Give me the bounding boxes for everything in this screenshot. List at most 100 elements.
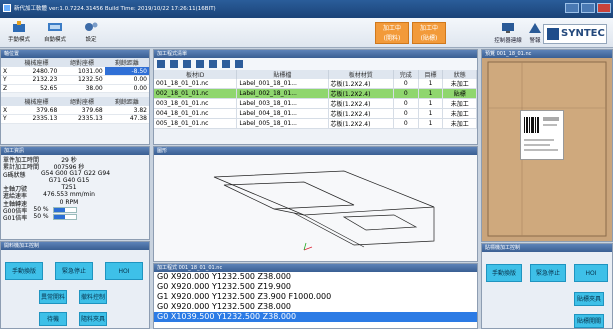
hand-mode-button[interactable]: 手動模式	[2, 21, 36, 43]
program-done: 0	[393, 118, 419, 129]
axis-name: X	[1, 67, 14, 76]
program-status[interactable]: 未加工	[442, 118, 477, 129]
program-table: 板材ID 貼標檔 板材材質 完成 目標 狀態 001_18_01_01.nc L…	[154, 70, 477, 129]
abnormal-cutting-button[interactable]: 異常開料	[39, 290, 67, 304]
table-row[interactable]: 001_18_01_01.nc Label_001_18_01... 芯板(1.…	[154, 79, 477, 89]
program-col-header: 完成	[393, 70, 419, 79]
axis-name: Y	[1, 114, 14, 124]
move-top-icon[interactable]	[209, 60, 217, 68]
program-label-file: Label_002_18_01...	[236, 88, 329, 99]
program-list-panel: 加工程式清單 板材ID 貼標檔 板材材質 完成 目標 狀態 001_18_01_…	[153, 49, 478, 145]
g01-override-bar[interactable]	[53, 214, 77, 221]
table-row[interactable]: 005_18_01_01.nc Label_005_18_01... 芯板(1.…	[154, 118, 477, 129]
window-title: 新代加工軟體 ver:1.0.7224.31456 Build Time: 20…	[14, 6, 216, 12]
board-outline	[213, 170, 435, 216]
list-item: 進給速率 476.553 mm/min	[1, 191, 149, 200]
program-status[interactable]: 未加工	[442, 79, 477, 89]
list-item: 主軸轉速 0 RPM	[1, 198, 149, 208]
axis-value: 2335.13	[59, 114, 105, 124]
axis-col-header: 絕對座標	[59, 58, 105, 67]
program-target: 1	[418, 79, 444, 89]
program-col-header: 狀態	[442, 70, 477, 79]
program-list-header: 加工程式清單	[154, 50, 477, 58]
controller-connect-button[interactable]: 控制器連線	[494, 22, 522, 44]
cutting-control-buttons: 手動換版 緊急停止 HOI 異常開料 撤料控制 待機 隨料夾具	[1, 250, 149, 328]
labeling-control-header: 貼標機加工控制	[482, 244, 612, 252]
labeling-status-line1: 加工中	[419, 25, 438, 32]
axis-value: 1232.50	[59, 75, 105, 85]
label-hoi-button[interactable]: HOI	[574, 264, 608, 282]
toolpath-drawing[interactable]	[154, 155, 477, 261]
import-icon[interactable]	[235, 60, 243, 68]
manual-change-button[interactable]: 手動換版	[5, 262, 43, 280]
open-folder-icon[interactable]	[157, 60, 165, 68]
gcode-line: G0 X920.000 Y1232.500 Z38.000	[157, 272, 292, 281]
axis-name: Y	[1, 75, 14, 85]
axis-value: 0.00	[104, 84, 149, 93]
program-target: 1	[418, 118, 444, 129]
save-icon[interactable]	[170, 60, 178, 68]
auto-mode-icon	[48, 23, 62, 31]
window-controls	[565, 3, 611, 13]
hoi-button[interactable]: HOI	[105, 262, 143, 280]
axis-panel-header: 軸位置	[1, 50, 149, 58]
program-id: 002_18_01_01.nc	[154, 88, 238, 99]
axis-value: 1031.00	[59, 67, 105, 76]
cutting-control-header: 開料機加工控制	[1, 242, 149, 250]
axis-col-header: 絕對座標	[59, 97, 105, 106]
info-value: 476.553 mm/min	[43, 191, 95, 199]
table-row[interactable]: 003_18_01_01.nc Label_003_18_01... 芯板(1.…	[154, 98, 477, 109]
material-control-button[interactable]: 撤料控制	[79, 290, 107, 304]
list-item: 單件加工時間 29 秒	[1, 155, 149, 164]
gcode-list[interactable]: G0 X920.000 Y1232.500 Z38.000 G0 X920.00…	[154, 272, 477, 322]
hand-mode-icon	[13, 21, 25, 32]
program-label-file: Label_003_18_01...	[236, 98, 329, 109]
settings-button[interactable]: 設定	[74, 21, 108, 43]
process-info-list: 單件加工時間 29 秒 累計加工時間 007596 秒 G碼狀態 G54 G00 G1…	[1, 155, 149, 223]
labeling-status-button[interactable]: 加工中 (貼標)	[412, 22, 446, 44]
axis-value: 379.68	[59, 106, 105, 115]
label-switch-button[interactable]: 貼標開關	[574, 314, 604, 328]
list-icon[interactable]	[222, 60, 230, 68]
info-value: 50 %	[33, 206, 49, 214]
material-clamp-button[interactable]: 隨料夾具	[79, 312, 107, 326]
axis-col-header: 剩餘距離	[104, 97, 149, 106]
axis-value: 2335.13	[13, 114, 60, 124]
program-target: 1	[418, 108, 444, 119]
cutting-status-button[interactable]: 加工中 (開料)	[375, 22, 409, 44]
auto-mode-button[interactable]: 自動模式	[38, 21, 72, 43]
list-item: 主軸刀號 T251	[1, 184, 149, 193]
program-list-toolbar	[154, 58, 477, 70]
table-row[interactable]: 002_18_01_01.nc Label_002_18_01... 芯板(1.…	[154, 88, 477, 99]
axis-name: Z	[1, 84, 14, 93]
list-item: G71 G40 G15	[1, 177, 149, 184]
table-row[interactable]: 004_18_01_01.nc Label_004_18_01... 芯板(1.…	[154, 108, 477, 119]
move-down-icon[interactable]	[196, 60, 204, 68]
info-key: G01倍率	[3, 215, 28, 223]
gcode-line-selected: G0 X1039.500 Y1232.500 Z38.000	[154, 312, 477, 322]
gcode-panel-header: 加工程式 001_18_01_01.nc	[154, 264, 477, 272]
g00-override-bar[interactable]	[53, 207, 77, 214]
label-manual-change-button[interactable]: 手動換版	[486, 264, 522, 282]
program-status[interactable]: 貼標	[442, 88, 477, 99]
emergency-stop-button[interactable]: 緊急停止	[55, 262, 93, 280]
move-up-icon[interactable]	[183, 60, 191, 68]
program-status[interactable]: 未加工	[442, 108, 477, 119]
program-status[interactable]: 未加工	[442, 98, 477, 109]
gcode-panel: 加工程式 001_18_01_01.nc G0 X920.000 Y1232.5…	[153, 263, 478, 329]
label-emergency-stop-button[interactable]: 緊急停止	[530, 264, 566, 282]
maximize-button[interactable]	[581, 3, 595, 13]
info-value: 0 RPM	[59, 198, 79, 206]
process-info-panel: 加工資訊 單件加工時間 29 秒 累計加工時間 007596 秒 G碼狀態 G54 G…	[0, 146, 150, 240]
cutting-status-line2: (開料)	[383, 35, 401, 42]
minimize-button[interactable]	[565, 3, 579, 13]
axis-value: 52.65	[13, 84, 60, 93]
standby-button[interactable]: 待機	[39, 312, 67, 326]
program-id: 001_18_01_01.nc	[154, 79, 238, 89]
list-item: G碼狀態 G54 G00 G17 G22 G94	[1, 170, 149, 179]
label-clamp-button[interactable]: 貼標夾具	[574, 292, 604, 306]
table-row: Z 52.65 38.00 0.00	[1, 84, 149, 93]
close-button[interactable]	[597, 3, 611, 13]
axis-value: 379.68	[13, 106, 60, 115]
hand-mode-label: 手動模式	[7, 37, 30, 43]
